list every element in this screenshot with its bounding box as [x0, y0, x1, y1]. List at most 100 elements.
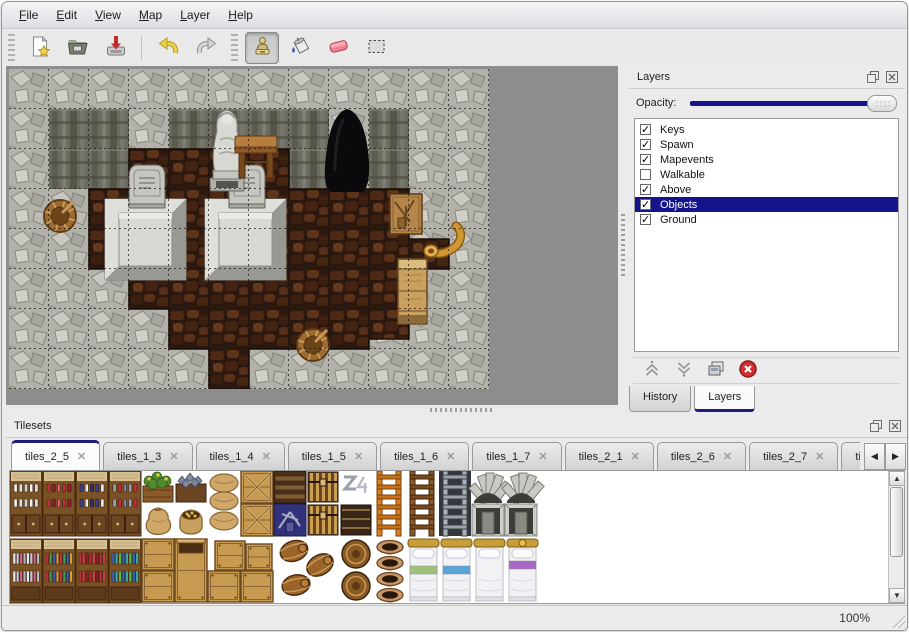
layer-row-walkable[interactable]: Walkable	[635, 167, 898, 182]
vertical-splitter[interactable]	[619, 66, 627, 405]
close-panel-icon[interactable]	[888, 419, 902, 433]
tile-crate-dark[interactable]	[274, 471, 306, 503]
tab-close-icon[interactable]: ✕	[354, 450, 363, 463]
tab-close-icon[interactable]: ✕	[169, 450, 178, 463]
opacity-slider[interactable]	[688, 95, 897, 112]
tile-bookshelf-c[interactable]	[76, 539, 108, 603]
map-object-crate[interactable]	[390, 194, 422, 234]
tile-crate-blue[interactable]	[274, 504, 306, 536]
map-object-basket[interactable]	[44, 200, 76, 232]
scroll-up-icon[interactable]: ▲	[889, 471, 905, 486]
tile-sack-open[interactable]	[180, 510, 202, 534]
tile-ladder-brown[interactable]	[410, 471, 434, 536]
map-object-basket[interactable]	[297, 329, 329, 361]
delete-layer-button[interactable]	[735, 360, 760, 382]
map-viewport[interactable]	[6, 66, 618, 405]
tile-zmark[interactable]	[344, 477, 367, 493]
tile-orebox[interactable]	[176, 473, 206, 502]
map-canvas[interactable]	[9, 69, 489, 389]
tile-chest[interactable]	[308, 472, 338, 502]
tileset-content[interactable]: ▲ ▼	[9, 470, 905, 604]
stamp-button[interactable]	[245, 32, 279, 64]
tile-bed-purple[interactable]	[507, 539, 538, 601]
tab-close-icon[interactable]: ✕	[538, 450, 547, 463]
horizontal-splitter[interactable]	[2, 405, 907, 415]
tab-scroll-right-button[interactable]: ▶	[885, 443, 906, 470]
tile-pots[interactable]	[377, 541, 403, 603]
scrollbar-thumb[interactable]	[890, 487, 903, 557]
layer-visibility-checkbox[interactable]: ✓	[640, 214, 651, 225]
layer-visibility-checkbox[interactable]: ✓	[640, 199, 651, 210]
map-object-platform[interactable]	[105, 199, 186, 280]
tile-chest-dark[interactable]	[341, 505, 371, 535]
layer-visibility-checkbox[interactable]: ✓	[640, 154, 651, 165]
tile-sack[interactable]	[146, 508, 170, 534]
tile-crate-open[interactable]	[175, 539, 207, 602]
menu-edit[interactable]: Edit	[47, 3, 86, 27]
tab-close-icon[interactable]: ✕	[723, 450, 732, 463]
menu-map[interactable]: Map	[130, 3, 171, 27]
tile-shelf-dishes[interactable]	[10, 471, 42, 536]
tileset-tab-tiles_1_5[interactable]: tiles_1_5✕	[288, 442, 377, 470]
close-panel-icon[interactable]	[885, 70, 899, 84]
duplicate-layer-button[interactable]	[703, 360, 728, 382]
tile-crate[interactable]	[246, 544, 272, 570]
tile-crate[interactable]	[142, 539, 174, 570]
opacity-slider-handle[interactable]	[867, 95, 897, 112]
tileset-tab-tiles_1_4[interactable]: tiles_1_4✕	[196, 442, 285, 470]
tab-close-icon[interactable]: ✕	[77, 450, 86, 463]
layer-visibility-checkbox[interactable]: ✓	[640, 184, 651, 195]
tile-sack-stack[interactable]	[210, 474, 238, 530]
tileset-tab-tiles_1_6[interactable]: tiles_1_6✕	[380, 442, 469, 470]
tile-shelf-cups[interactable]	[109, 471, 141, 536]
tile-barrels[interactable]	[342, 540, 370, 600]
new-file-button[interactable]	[22, 32, 56, 64]
tile-stone-door[interactable]	[472, 504, 504, 536]
save-button[interactable]	[98, 32, 132, 64]
tileset-tab-tiles_2_6[interactable]: tiles_2_6✕	[657, 442, 746, 470]
tile-bookshelf-b[interactable]	[43, 539, 75, 603]
select-button[interactable]	[359, 32, 393, 64]
tab-scroll-left-button[interactable]: ◀	[864, 443, 885, 470]
tile-bookshelf-d[interactable]	[109, 539, 141, 603]
tile-crate[interactable]	[215, 541, 245, 570]
tab-close-icon[interactable]: ✕	[631, 450, 640, 463]
tileset-tab-tiles_2_1[interactable]: tiles_2_1✕	[565, 442, 654, 470]
menu-layer[interactable]: Layer	[171, 3, 219, 27]
tile-crate[interactable]	[142, 571, 174, 602]
tile-chest[interactable]	[308, 505, 338, 535]
tile-bed-white[interactable]	[474, 539, 505, 601]
toolbar-handle[interactable]	[8, 34, 15, 62]
move-layer-up-button[interactable]	[639, 360, 664, 382]
layer-row-ground[interactable]: ✓Ground	[635, 212, 898, 227]
layer-row-objects[interactable]: ✓Objects	[635, 197, 898, 212]
opacity-slider-track[interactable]	[690, 101, 895, 106]
tileset-tab-tiles_1_7[interactable]: tiles_1_7✕	[472, 442, 561, 470]
tile-shelf-blue[interactable]	[76, 471, 108, 536]
tab-close-icon[interactable]: ✕	[815, 450, 824, 463]
tile-bookshelf-a[interactable]	[10, 539, 42, 603]
tile-ladder-orange[interactable]	[377, 471, 401, 536]
undo-button[interactable]	[151, 32, 185, 64]
tile-arch[interactable]	[502, 473, 544, 505]
map-object-gravestone[interactable]	[129, 165, 165, 208]
tileset-scrollbar[interactable]: ▲ ▼	[888, 471, 904, 603]
layer-row-keys[interactable]: ✓Keys	[635, 122, 898, 137]
layer-row-mapevents[interactable]: ✓Mapevents	[635, 152, 898, 167]
menu-view[interactable]: View	[86, 3, 130, 27]
tile-ladder-steel[interactable]	[439, 471, 471, 536]
redo-button[interactable]	[189, 32, 223, 64]
tile-bed-green[interactable]	[408, 539, 439, 601]
resize-grip-icon[interactable]	[888, 611, 905, 628]
float-panel-icon[interactable]	[869, 419, 883, 433]
float-panel-icon[interactable]	[866, 70, 880, 84]
tile-crate-x[interactable]	[241, 471, 273, 503]
tileset-canvas[interactable]	[10, 471, 888, 603]
layer-row-spawn[interactable]: ✓Spawn	[635, 137, 898, 152]
layer-row-above[interactable]: ✓Above	[635, 182, 898, 197]
toolbar-handle[interactable]	[231, 34, 238, 62]
tileset-tab-tiles_2[interactable]: tiles_2✕	[841, 442, 860, 470]
menu-help[interactable]: Help	[219, 3, 262, 27]
layer-visibility-checkbox[interactable]	[640, 169, 651, 180]
move-layer-down-button[interactable]	[671, 360, 696, 382]
